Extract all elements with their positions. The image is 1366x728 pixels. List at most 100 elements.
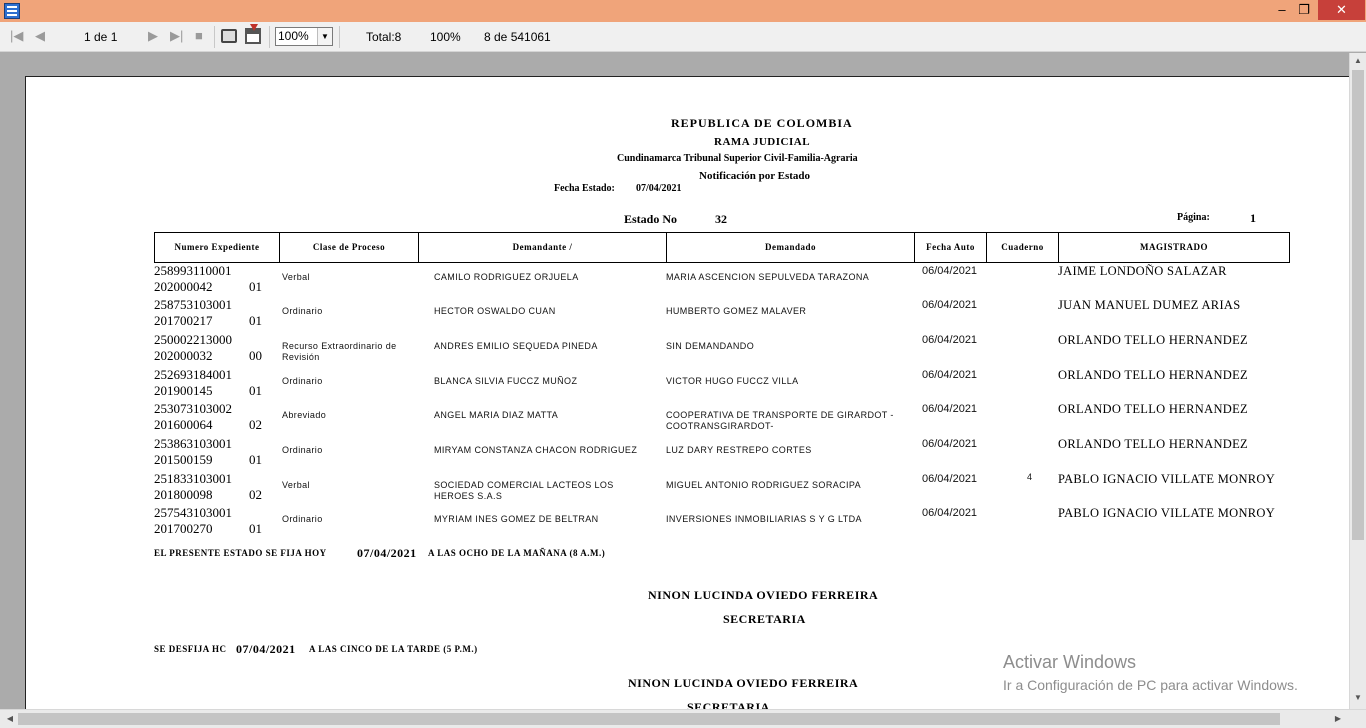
row-expediente-1: 258753103001: [154, 297, 232, 312]
row-clase: Verbal: [282, 272, 310, 282]
maximize-button[interactable]: ❐: [1290, 0, 1318, 20]
row-demandante: HECTOR OSWALDO CUAN: [434, 306, 556, 316]
report-toolbar: |◀ ◀ 1 de 1 ▶ ▶| ■ 100% ▼ Total:8 100% 8…: [0, 22, 1366, 52]
horizontal-scroll-thumb[interactable]: [18, 713, 1280, 725]
header-tribunal: Cundinamarca Tribunal Superior Civil-Fam…: [617, 153, 858, 164]
col-header-magistrado: MAGISTRADO: [1059, 232, 1290, 263]
zoom-select[interactable]: 100% ▼: [275, 27, 333, 46]
percent-label: 100%: [430, 30, 461, 44]
next-page-icon[interactable]: ▶: [148, 28, 158, 44]
toolbar-separator: [339, 26, 340, 48]
row-clase: Ordinario: [282, 376, 323, 386]
app-icon: [4, 3, 20, 19]
row-clase: Ordinario: [282, 445, 323, 455]
row-expediente-2: 201700270: [154, 521, 213, 536]
row-fecha: 06/04/2021: [922, 403, 978, 415]
row-clase: Ordinario: [282, 306, 323, 316]
row-expediente-2: 201600064: [154, 417, 213, 432]
row-demandado: COOPERATIVA DE TRANSPORTE DE GIRARDOT -C…: [666, 410, 894, 431]
col-header-cuaderno: Cuaderno: [987, 232, 1059, 263]
header-notificacion: Notificación por Estado: [699, 170, 811, 182]
first-page-icon[interactable]: |◀: [10, 28, 23, 44]
row-demandante: ANDRES EMILIO SEQUEDA PINEDA: [434, 341, 598, 351]
page-indicator: 1 de 1: [84, 30, 118, 44]
row-fecha: 06/04/2021: [922, 334, 978, 346]
print-icon[interactable]: [221, 29, 237, 43]
row-demandado: HUMBERTO GOMEZ MALAVER: [666, 306, 807, 316]
watermark-subtitle: Ir a Configuración de PC para activar Wi…: [1003, 677, 1298, 693]
row-fecha: 06/04/2021: [922, 507, 978, 519]
secretary-name-2: NINON LUCINDA OVIEDO FERREIRA: [628, 676, 859, 690]
row-expediente-1: 251833103001: [154, 471, 232, 486]
row-expediente-suffix: 00: [249, 348, 262, 363]
row-demandante: MYRIAM INES GOMEZ DE BELTRAN: [434, 514, 599, 524]
scroll-up-icon[interactable]: ▲: [1350, 56, 1366, 65]
row-expediente-1: 253073103002: [154, 401, 232, 416]
row-magistrado: ORLANDO TELLO HERNANDEZ: [1058, 437, 1248, 451]
toolbar-separator: [269, 26, 270, 48]
col-header-expediente: Numero Expediente: [154, 232, 280, 263]
row-expediente-suffix: 02: [249, 487, 262, 502]
scroll-down-icon[interactable]: ▼: [1350, 693, 1366, 702]
row-clase: Verbal: [282, 480, 310, 490]
row-expediente-suffix: 01: [249, 279, 262, 294]
vertical-scroll-thumb[interactable]: [1352, 70, 1364, 540]
row-expediente-suffix: 01: [249, 521, 262, 536]
row-magistrado: PABLO IGNACIO VILLATE MONROY: [1058, 472, 1276, 486]
report-viewer: REPUBLICA DE COLOMBIA RAMA JUDICIAL Cund…: [0, 53, 1349, 709]
col-header-demandado: Demandado: [667, 232, 915, 263]
row-demandante: ANGEL MARIA DIAZ MATTA: [434, 410, 559, 420]
zoom-value: 100%: [278, 29, 309, 43]
activation-watermark: Activar Windows Ir a Configuración de PC…: [1003, 652, 1298, 693]
row-cuaderno: 4: [1027, 472, 1033, 482]
scroll-left-icon[interactable]: ◀: [2, 714, 18, 723]
row-expediente-suffix: 01: [249, 313, 262, 328]
record-label: 8 de 541061: [484, 30, 551, 44]
estado-no-value: 32: [715, 212, 727, 226]
desfija-label: SE DESFIJA HC: [154, 644, 227, 654]
horizontal-scrollbar[interactable]: ◀ ▶: [0, 709, 1366, 728]
row-demandado: MIGUEL ANTONIO RODRIGUEZ SORACIPA: [666, 480, 862, 490]
row-fecha: 06/04/2021: [922, 438, 978, 450]
fija-time: A LAS OCHO DE LA MAÑANA (8 A.M.): [428, 548, 606, 558]
fija-label: EL PRESENTE ESTADO SE FIJA HOY: [154, 548, 327, 558]
row-demandado: MARIA ASCENCION SEPULVEDA TARAZONA: [666, 272, 870, 282]
row-demandante: SOCIEDAD COMERCIAL LACTEOS LOS HEROES S.…: [434, 480, 614, 501]
prev-page-icon[interactable]: ◀: [35, 28, 45, 44]
row-clase: Recurso Extraordinario de Revisión: [282, 341, 397, 362]
toolbar-separator: [214, 26, 215, 48]
row-magistrado: ORLANDO TELLO HERNANDEZ: [1058, 368, 1248, 382]
row-demandante: BLANCA SILVIA FUCCZ MUÑOZ: [434, 376, 578, 386]
row-clase: Ordinario: [282, 514, 323, 524]
stop-icon[interactable]: ■: [195, 28, 203, 43]
estado-no-label: Estado No: [624, 212, 678, 226]
row-demandante: CAMILO RODRIGUEZ ORJUELA: [434, 272, 579, 282]
row-fecha: 06/04/2021: [922, 369, 978, 381]
row-expediente-2: 201500159: [154, 452, 213, 467]
header-republica: REPUBLICA DE COLOMBIA: [671, 116, 853, 130]
row-demandado: SIN DEMANDANDO: [666, 341, 755, 351]
row-demandado: VICTOR HUGO FUCCZ VILLA: [666, 376, 799, 386]
pagina-label: Página:: [1177, 212, 1210, 223]
export-icon[interactable]: [245, 24, 261, 44]
close-button[interactable]: ✕: [1318, 0, 1365, 20]
last-page-icon[interactable]: ▶|: [170, 28, 183, 44]
row-expediente-suffix: 01: [249, 383, 262, 398]
col-header-clase: Clase de Proceso: [280, 232, 419, 263]
scroll-right-icon[interactable]: ▶: [1330, 714, 1346, 723]
row-magistrado: JAIME LONDOÑO SALAZAR: [1058, 264, 1227, 278]
chevron-down-icon[interactable]: ▼: [317, 28, 332, 45]
total-label: Total:8: [366, 30, 402, 44]
secretary-name: NINON LUCINDA OVIEDO FERREIRA: [648, 588, 879, 602]
row-expediente-2: 201800098: [154, 487, 213, 502]
vertical-scrollbar[interactable]: ▲ ▼: [1349, 53, 1366, 709]
row-clase: Abreviado: [282, 410, 327, 420]
fecha-estado-value: 07/04/2021: [636, 183, 682, 194]
row-fecha: 06/04/2021: [922, 473, 978, 485]
row-fecha: 06/04/2021: [922, 265, 978, 277]
row-expediente-2: 201700217: [154, 313, 213, 328]
secretary-title: SECRETARIA: [723, 612, 806, 626]
fija-date: 07/04/2021: [357, 546, 417, 560]
row-expediente-suffix: 02: [249, 417, 262, 432]
row-expediente-2: 202000032: [154, 348, 213, 363]
